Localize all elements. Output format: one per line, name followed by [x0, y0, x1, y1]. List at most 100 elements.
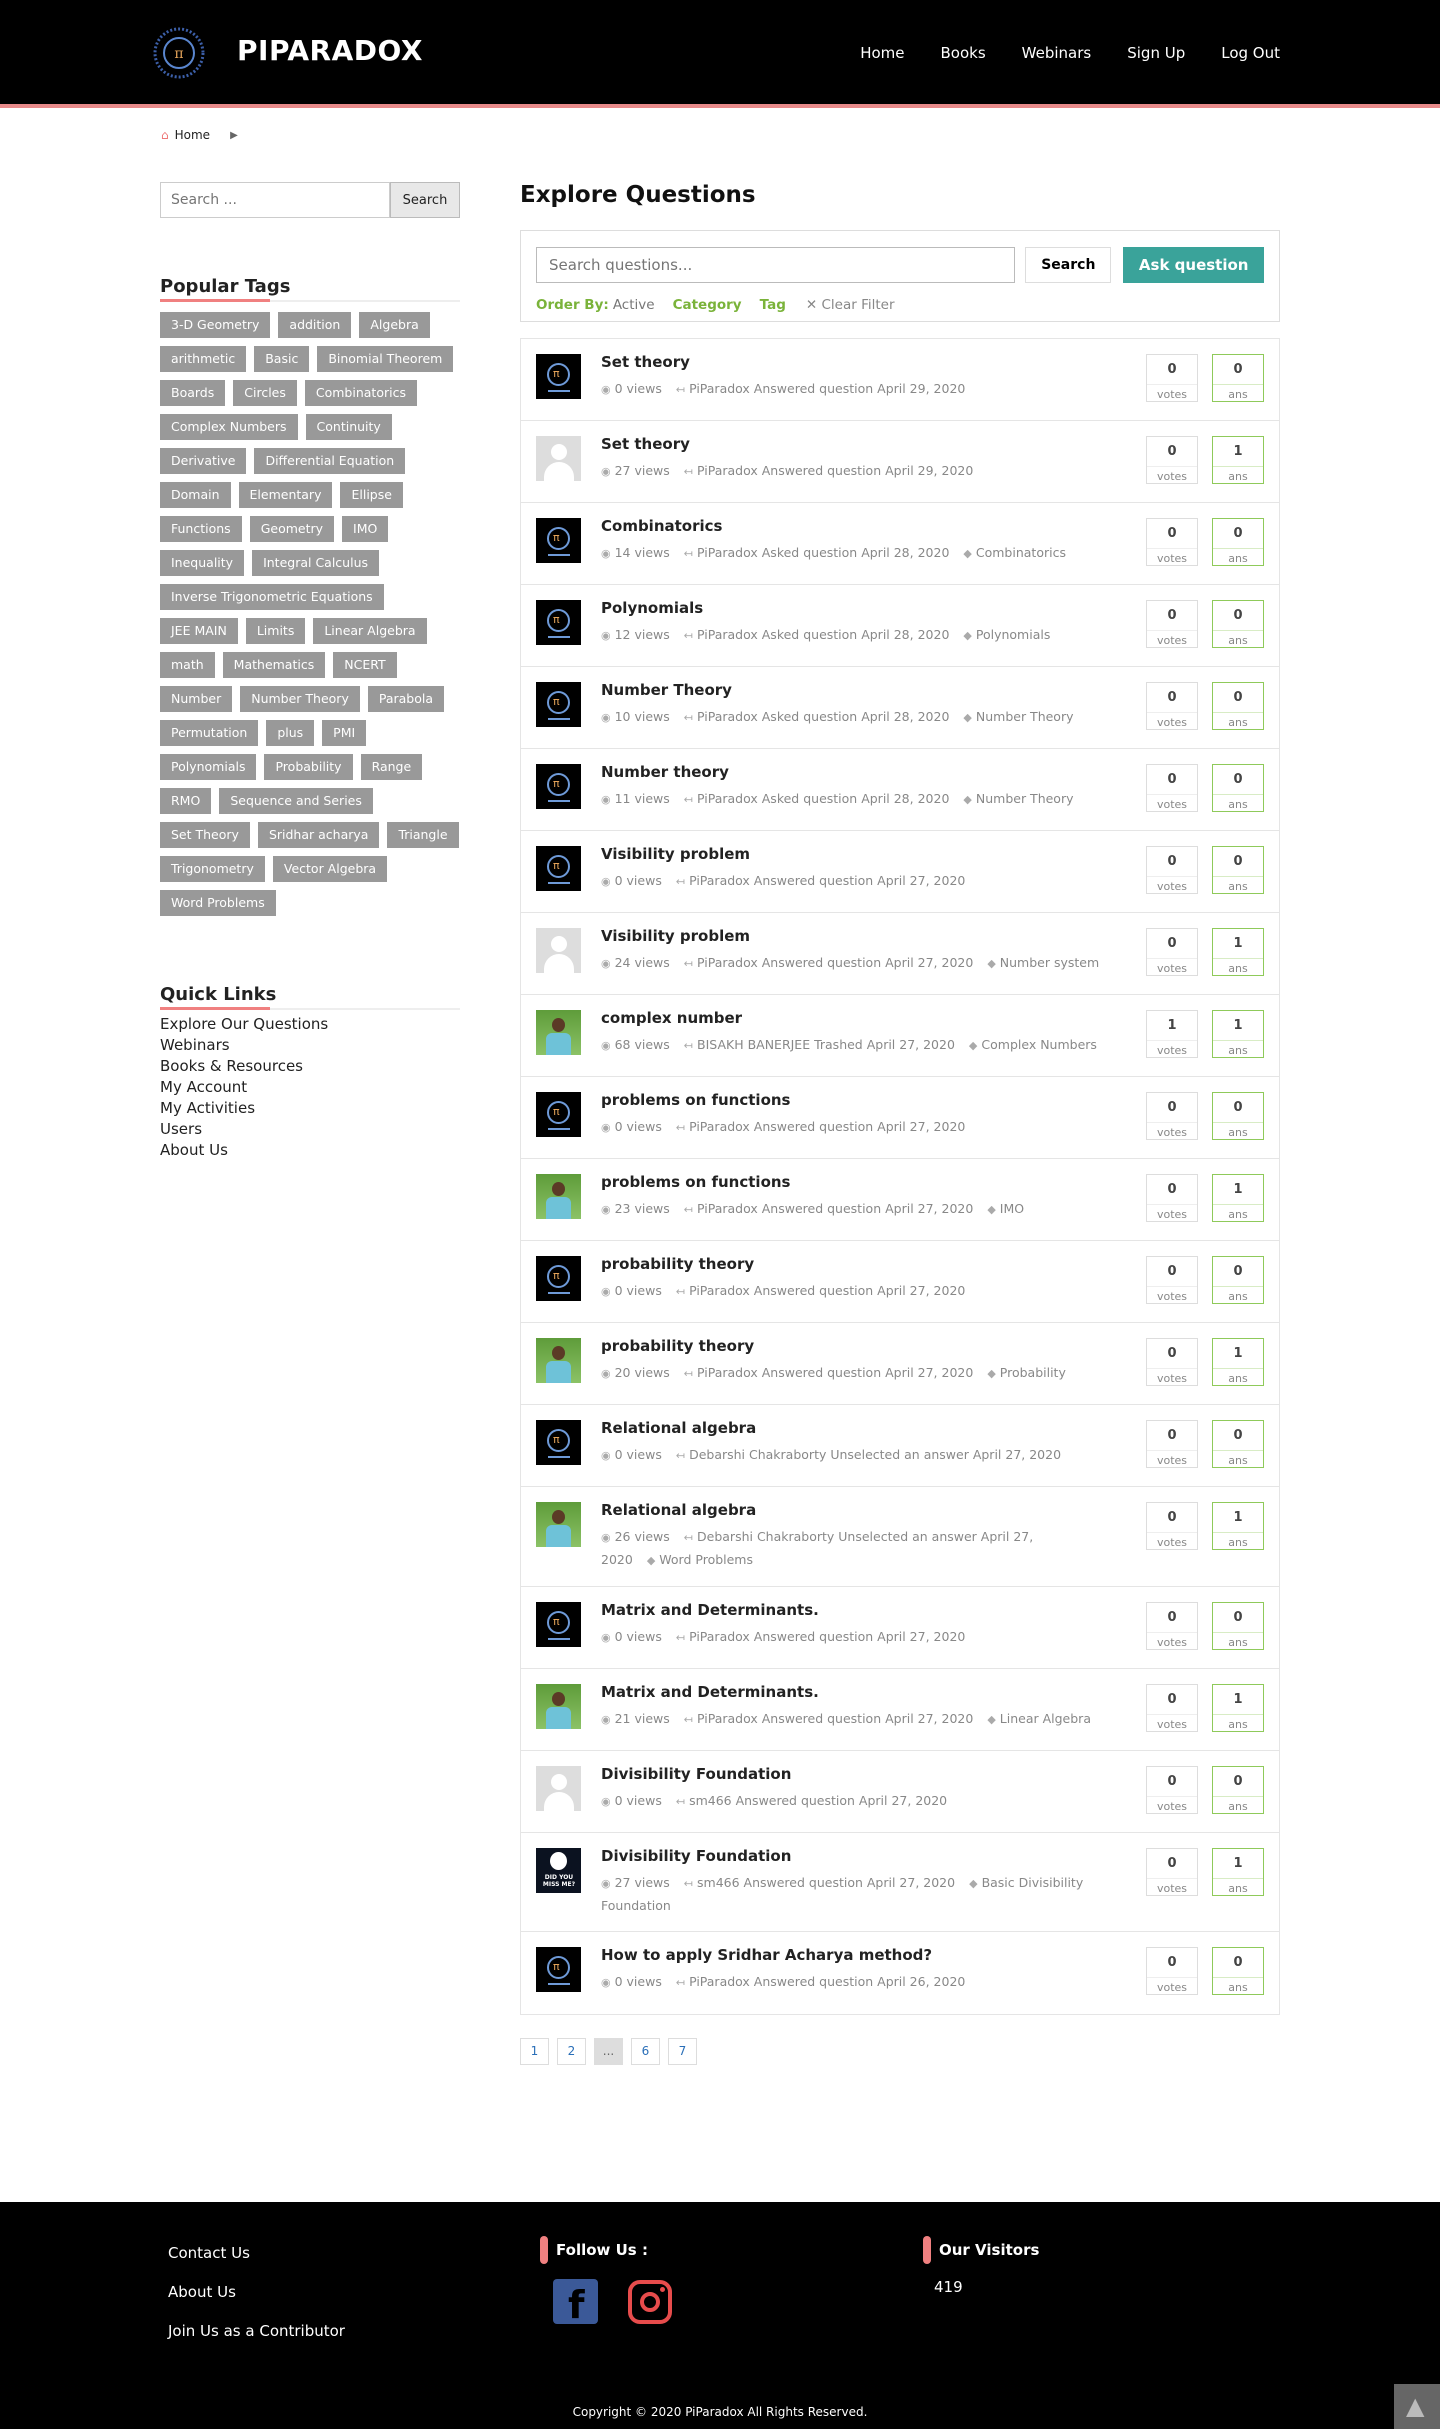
question-title[interactable]: Number theory [601, 762, 1121, 782]
tag-link[interactable]: PMI [322, 720, 367, 746]
avatar[interactable]: π [536, 1092, 581, 1137]
quick-link[interactable]: Users [160, 1119, 460, 1140]
nav-sign-up[interactable]: Sign Up [1127, 44, 1185, 62]
tag-link[interactable]: Number [160, 686, 233, 712]
footer-join-link[interactable]: Join Us as a Contributor [168, 2322, 345, 2340]
tag-link[interactable]: Complex Numbers [160, 414, 298, 440]
question-tag[interactable]: IMO [1000, 1201, 1024, 1216]
question-title[interactable]: Divisibility Foundation [601, 1846, 1121, 1866]
question-search-input[interactable] [536, 247, 1016, 283]
tag-link[interactable]: Geometry [249, 516, 335, 542]
avatar[interactable] [536, 1174, 581, 1219]
tag-link[interactable]: Circles [233, 380, 297, 406]
tag-link[interactable]: Integral Calculus [252, 550, 380, 576]
quick-link[interactable]: About Us [160, 1140, 460, 1161]
tag-link[interactable]: Permutation [160, 720, 259, 746]
tag-link[interactable]: Domain [160, 482, 231, 508]
tag-link[interactable]: Inverse Trigonometric Equations [160, 584, 384, 610]
question-title[interactable]: Combinatorics [601, 516, 1121, 536]
tag-link[interactable]: Vector Algebra [272, 856, 388, 882]
footer-about-link[interactable]: About Us [168, 2283, 345, 2301]
quick-link[interactable]: Explore Our Questions [160, 1014, 460, 1035]
question-title[interactable]: problems on functions [601, 1090, 1121, 1110]
tag-link[interactable]: Linear Algebra [313, 618, 427, 644]
tag-link[interactable]: Sridhar acharya [257, 822, 380, 848]
tag-link[interactable]: Polynomials [160, 754, 257, 780]
tag-link[interactable]: Sequence and Series [219, 788, 373, 814]
tag-link[interactable]: Combinatorics [304, 380, 417, 406]
question-tag[interactable]: Number Theory [976, 791, 1074, 806]
avatar[interactable]: π [536, 846, 581, 891]
instagram-icon[interactable] [628, 2280, 672, 2324]
tag-link[interactable]: Basic [254, 346, 310, 372]
tag-link[interactable]: Parabola [367, 686, 444, 712]
avatar[interactable] [536, 928, 581, 973]
ask-question-button[interactable]: Ask question [1123, 247, 1264, 283]
page-link[interactable]: 6 [631, 2038, 660, 2065]
category-filter[interactable]: Category [673, 297, 742, 313]
tag-link[interactable]: Boards [160, 380, 226, 406]
tag-link[interactable]: Number Theory [240, 686, 360, 712]
question-title[interactable]: Relational algebra [601, 1418, 1121, 1438]
tag-link[interactable]: Differential Equation [254, 448, 406, 474]
tag-link[interactable]: Set Theory [160, 822, 250, 848]
question-title[interactable]: probability theory [601, 1254, 1121, 1274]
question-title[interactable]: probability theory [601, 1336, 1121, 1356]
question-tag[interactable]: Polynomials [976, 627, 1050, 642]
question-tag[interactable]: Complex Numbers [981, 1037, 1097, 1052]
question-tag[interactable]: Linear Algebra [1000, 1711, 1091, 1726]
tag-link[interactable]: Continuity [305, 414, 392, 440]
tag-filter[interactable]: Tag [760, 297, 786, 313]
page-link[interactable]: 1 [520, 2038, 549, 2065]
question-title[interactable]: Set theory [601, 352, 1121, 372]
avatar[interactable]: π [536, 354, 581, 399]
facebook-icon[interactable]: f [553, 2279, 598, 2327]
footer-contact-link[interactable]: Contact Us [168, 2244, 345, 2262]
tag-link[interactable]: Derivative [160, 448, 247, 474]
question-tag[interactable]: Number system [1000, 955, 1099, 970]
question-title[interactable]: complex number [601, 1008, 1121, 1028]
tag-link[interactable]: Triangle [387, 822, 459, 848]
question-search-button[interactable]: Search [1025, 247, 1112, 283]
quick-link[interactable]: Books & Resources [160, 1056, 460, 1077]
avatar[interactable] [536, 1338, 581, 1383]
tag-link[interactable]: Word Problems [160, 890, 276, 916]
question-title[interactable]: Visibility problem [601, 926, 1121, 946]
avatar[interactable] [536, 1010, 581, 1055]
tag-link[interactable]: Mathematics [222, 652, 326, 678]
question-title[interactable]: Number Theory [601, 680, 1121, 700]
avatar[interactable]: π [536, 1420, 581, 1465]
avatar[interactable]: π [536, 1602, 581, 1647]
question-tag[interactable]: Combinatorics [976, 545, 1066, 560]
question-title[interactable]: How to apply Sridhar Acharya method? [601, 1945, 1121, 1965]
nav-books[interactable]: Books [941, 44, 986, 62]
question-title[interactable]: Polynomials [601, 598, 1121, 618]
question-title[interactable]: Matrix and Determinants. [601, 1600, 1121, 1620]
tag-link[interactable]: Inequality [160, 550, 245, 576]
question-tag[interactable]: Word Problems [659, 1552, 753, 1567]
quick-link[interactable]: Webinars [160, 1035, 460, 1056]
clear-filter-button[interactable]: ✕ Clear Filter [806, 297, 895, 313]
tag-link[interactable]: Limits [245, 618, 306, 644]
tag-link[interactable]: Elementary [238, 482, 333, 508]
logo-icon[interactable]: π [153, 21, 205, 81]
tag-link[interactable]: Binomial Theorem [317, 346, 454, 372]
avatar[interactable]: π [536, 1947, 581, 1992]
tag-link[interactable]: arithmetic [160, 346, 247, 372]
question-tag[interactable]: Number Theory [976, 709, 1074, 724]
page-link[interactable]: 2 [557, 2038, 586, 2065]
tag-link[interactable]: Probability [264, 754, 353, 780]
avatar[interactable] [536, 1766, 581, 1811]
tag-link[interactable]: Ellipse [340, 482, 403, 508]
tag-link[interactable]: RMO [160, 788, 212, 814]
tag-link[interactable]: 3-D Geometry [160, 312, 271, 338]
question-title[interactable]: Matrix and Determinants. [601, 1682, 1121, 1702]
tag-link[interactable]: Range [360, 754, 423, 780]
sidebar-search-input[interactable] [160, 182, 390, 218]
question-tag[interactable]: Probability [1000, 1365, 1066, 1380]
avatar[interactable]: π [536, 764, 581, 809]
question-title[interactable]: Visibility problem [601, 844, 1121, 864]
order-by-dropdown[interactable]: Active [613, 297, 655, 313]
scroll-to-top-button[interactable]: ▲ [1394, 2384, 1440, 2429]
tag-link[interactable]: math [160, 652, 215, 678]
